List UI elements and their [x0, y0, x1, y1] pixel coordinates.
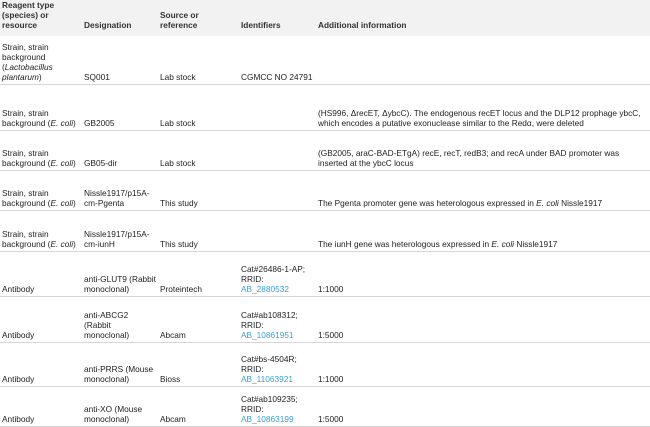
table-row: Strain, strain background (E. coli) GB05…	[0, 130, 650, 171]
table-row: Strain, strain background (E. coli) Niss…	[0, 210, 650, 252]
table-row: Antibody anti-GLUT9 (Rabbit monoclonal) …	[0, 251, 650, 297]
type-species: E. coli	[50, 239, 74, 249]
cell-additional-info: 1:5000	[318, 330, 648, 340]
cell-designation: Nissle1917/p15A-cm-Pgenta	[84, 188, 150, 208]
info-end: Nissle1917	[514, 239, 558, 249]
type-text: Antibody	[2, 414, 35, 424]
type-end: )	[73, 118, 76, 128]
info-text: 1:1000	[318, 374, 344, 384]
rrid-link[interactable]: AB_10861951	[241, 330, 294, 340]
cell-identifiers: Cat#bs-4504R; RRID: AB_11063921	[241, 354, 313, 384]
cell-type: Strain, strain background (E. coli)	[2, 188, 78, 208]
type-species: E. coli	[50, 198, 74, 208]
identifier-text: Cat#26486-1-AP; RRID:	[241, 264, 306, 284]
cell-identifiers: Cat#ab108312; RRID: AB_10861951	[241, 310, 313, 340]
cell-type: Antibody	[2, 284, 78, 294]
info-text: 1:1000	[318, 284, 344, 294]
type-end: )	[73, 239, 76, 249]
header-source: Source or reference	[160, 10, 199, 30]
cell-additional-info: The iunH gene was heterologous expressed…	[318, 239, 648, 249]
table-header: Reagent type (species) or resource Desig…	[0, 0, 650, 36]
type-text: Antibody	[2, 330, 35, 340]
cell-designation: anti-ABCG2 (Rabbit monoclonal)	[84, 310, 130, 340]
cell-type: Antibody	[2, 374, 78, 384]
type-species: Lactobacillus plantarum	[2, 62, 53, 82]
cell-source: This study	[160, 198, 198, 208]
type-end: )	[38, 72, 42, 82]
info-text: 1:5000	[318, 330, 344, 340]
type-text: Antibody	[2, 374, 35, 384]
rrid-link[interactable]: AB_10863199	[241, 414, 294, 424]
rrid-link[interactable]: AB_2880532	[241, 284, 289, 294]
header-designation: Designation	[84, 20, 132, 30]
rrid-link[interactable]: AB_11063921	[241, 374, 293, 384]
info-text: 1:5000	[318, 414, 344, 424]
type-end: )	[73, 158, 76, 168]
type-text: Strain, strain background (	[2, 188, 51, 208]
header-type: Reagent type (species) or resource	[2, 0, 55, 30]
cell-designation: Nissle1917/p15A-cm-iunH	[84, 229, 150, 249]
table-row: Antibody anti-ABCG2 (Rabbit monoclonal) …	[0, 296, 650, 343]
cell-additional-info: 1:1000	[318, 284, 648, 294]
type-species: E. coli	[50, 118, 74, 128]
cell-designation: anti-PRRS (Mouse monoclonal)	[84, 364, 154, 384]
cell-source: Abcam	[160, 330, 186, 340]
info-text: The iunH gene was heterologous expressed…	[318, 239, 492, 249]
reagent-table: Reagent type (species) or resource Desig…	[0, 0, 650, 427]
identifier-text: CGMCC NO 24791	[241, 72, 313, 82]
type-text: Strain, strain background (	[2, 108, 51, 128]
type-species: E. coli	[50, 158, 74, 168]
cell-type: Strain, strain background (E. coli)	[2, 148, 78, 168]
info-species: E. coli	[536, 198, 559, 208]
cell-type: Antibody	[2, 330, 78, 340]
cell-identifiers: Cat#ab109235; RRID: AB_10863199	[241, 394, 313, 424]
cell-identifiers: CGMCC NO 24791	[241, 72, 313, 82]
cell-additional-info: (GB2005, araC-BAD-ETgA) recE, recT, redB…	[318, 148, 648, 168]
table-row: Antibody anti-XO (Mouse monoclonal) Abca…	[0, 386, 650, 427]
info-species: E. coli	[491, 239, 515, 249]
header-additional-info: Additional information	[318, 20, 407, 30]
cell-type: Strain, strain background (E. coli)	[2, 229, 78, 249]
cell-type: Strain, strain background (Lactobacillus…	[2, 42, 78, 82]
cell-additional-info: 1:1000	[318, 374, 648, 384]
identifier-text: Cat#ab109235; RRID:	[241, 394, 298, 414]
cell-designation: anti-GLUT9 (Rabbit monoclonal)	[84, 274, 156, 294]
cell-type: Antibody	[2, 414, 78, 424]
cell-identifiers: Cat#26486-1-AP; RRID: AB_2880532	[241, 264, 313, 294]
type-end: )	[73, 198, 76, 208]
cell-source: Abcam	[160, 414, 186, 424]
info-text: The Pgenta promoter gene was heterologou…	[318, 198, 537, 208]
cell-additional-info: 1:5000	[318, 414, 648, 424]
cell-additional-info: The Pgenta promoter gene was heterologou…	[318, 198, 648, 208]
cell-designation: GB2005	[84, 118, 115, 128]
cell-source: This study	[160, 239, 198, 249]
cell-designation: GB05-dir	[84, 158, 118, 168]
cell-designation: SQ001	[84, 72, 110, 82]
cell-source: Lab stock	[160, 118, 196, 128]
cell-source: Proteintech	[160, 284, 202, 294]
info-text: (HS996, ΔrecET, ΔybcC). The endogenous r…	[318, 108, 641, 128]
table-row: Strain, strain background (Lactobacillus…	[0, 36, 650, 85]
cell-additional-info: (HS996, ΔrecET, ΔybcC). The endogenous r…	[318, 108, 648, 128]
table-row: Antibody anti-PRRS (Mouse monoclonal) Bi…	[0, 342, 650, 387]
info-text: (GB2005, araC-BAD-ETgA) recE, recT, redB…	[318, 148, 620, 168]
cell-source: Lab stock	[160, 158, 196, 168]
type-text: Strain, strain background (	[2, 229, 51, 249]
cell-source: Lab stock	[160, 72, 196, 82]
identifier-text: Cat#bs-4504R; RRID:	[241, 354, 297, 374]
type-text: Strain, strain background (	[2, 148, 51, 168]
cell-source: Bioss	[160, 374, 181, 384]
header-identifiers: Identifiers	[241, 20, 281, 30]
cell-designation: anti-XO (Mouse monoclonal)	[84, 404, 143, 424]
info-end: Nissle1917	[558, 198, 603, 208]
cell-type: Strain, strain background (E. coli)	[2, 108, 78, 128]
type-text: Antibody	[2, 284, 35, 294]
table-row: Strain, strain background (E. coli) GB20…	[0, 84, 650, 131]
table-row: Strain, strain background (E. coli) Niss…	[0, 170, 650, 211]
identifier-text: Cat#ab108312; RRID:	[241, 310, 298, 330]
